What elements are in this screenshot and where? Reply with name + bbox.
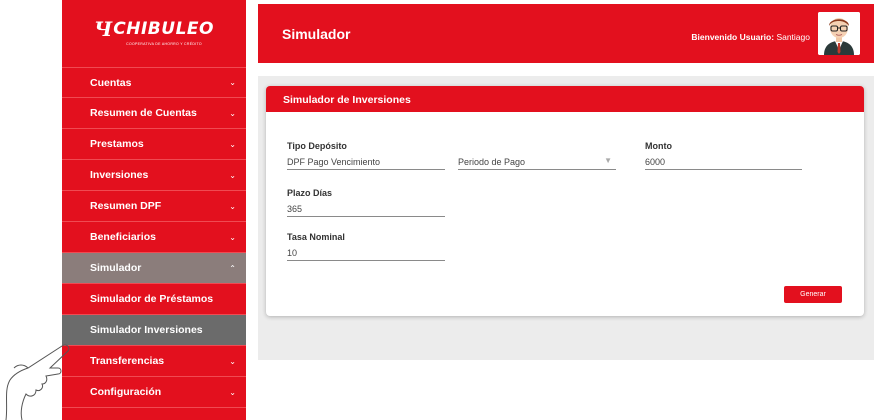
- chevron-down-icon: ⌄: [229, 139, 236, 149]
- chevron-up-icon: ⌃: [229, 263, 236, 273]
- sidebar-item-label: Transferencias: [90, 355, 165, 367]
- chevron-down-icon: ⌄: [229, 170, 236, 180]
- sidebar-menu: Cuentas ⌄ Resumen de Cuentas ⌄ Prestamos…: [62, 67, 246, 408]
- periodo-pago-value: Periodo de Pago: [458, 157, 526, 167]
- user-name: Santiago: [776, 32, 810, 42]
- user-avatar-icon: [818, 12, 860, 55]
- card-title: Simulador de Inversiones: [266, 86, 864, 112]
- main-content: Simulador de Inversiones Tipo Depósito D…: [258, 76, 874, 360]
- page-title: Simulador: [282, 26, 351, 42]
- sidebar-item-label: Simulador: [90, 262, 142, 274]
- sidebar-item-label: Beneficiarios: [90, 231, 156, 243]
- brand-name: CHIBULEO: [113, 18, 214, 39]
- sidebar: Ч CHIBULEO COOPERATIVA DE AHORRO Y CRÉDI…: [62, 0, 246, 420]
- sidebar-item-label: Simulador Inversiones: [90, 324, 203, 336]
- brand-mark-icon: Ч: [94, 16, 112, 41]
- sidebar-item-label: Simulador de Préstamos: [90, 293, 214, 305]
- sidebar-item-transferencias[interactable]: Transferencias ⌄: [62, 346, 246, 377]
- sidebar-item-label: Prestamos: [90, 138, 144, 150]
- brand-tagline: COOPERATIVA DE AHORRO Y CRÉDITO: [126, 41, 202, 46]
- chevron-down-icon: ⌄: [229, 232, 236, 242]
- top-bar: Simulador Bienvenido Usuario: Santiago: [258, 4, 874, 63]
- hand-pointer-icon: [5, 344, 70, 420]
- sidebar-item-label: Inversiones: [90, 169, 149, 181]
- simulador-inversiones-card: Simulador de Inversiones Tipo Depósito D…: [266, 86, 864, 316]
- sidebar-item-label: Resumen de Cuentas: [90, 107, 197, 119]
- tipo-deposito-field[interactable]: DPF Pago Vencimiento: [287, 153, 445, 170]
- sidebar-item-prestamos[interactable]: Prestamos ⌄: [62, 129, 246, 160]
- tasa-nominal-label: Tasa Nominal: [287, 232, 345, 242]
- welcome-text: Bienvenido Usuario: Santiago: [691, 32, 810, 42]
- brand-logo[interactable]: Ч CHIBULEO COOPERATIVA DE AHORRO Y CRÉDI…: [62, 0, 246, 62]
- welcome-label: Bienvenido Usuario:: [691, 32, 775, 42]
- chevron-down-icon: ▼: [604, 156, 612, 165]
- sidebar-item-simulador[interactable]: Simulador ⌃: [62, 253, 246, 284]
- tasa-nominal-field[interactable]: 10: [287, 244, 445, 261]
- sidebar-item-label: Configuración: [90, 386, 162, 398]
- monto-field[interactable]: 6000: [645, 153, 802, 170]
- avatar[interactable]: [818, 12, 860, 55]
- sidebar-item-resumen-cuentas[interactable]: Resumen de Cuentas ⌄: [62, 98, 246, 129]
- periodo-pago-select[interactable]: Periodo de Pago ▼: [458, 153, 616, 170]
- sidebar-item-label: Cuentas: [90, 76, 132, 89]
- sidebar-item-beneficiarios[interactable]: Beneficiarios ⌄: [62, 222, 246, 253]
- sidebar-subitem-simulador-prestamos[interactable]: Simulador de Préstamos: [62, 284, 246, 315]
- chevron-down-icon: ⌄: [229, 356, 236, 366]
- tipo-deposito-label: Tipo Depósito: [287, 141, 347, 151]
- sidebar-item-configuracion[interactable]: Configuración ⌄: [62, 377, 246, 408]
- plazo-dias-label: Plazo Días: [287, 188, 333, 198]
- sidebar-subitem-simulador-inversiones[interactable]: Simulador Inversiones: [62, 315, 246, 346]
- plazo-dias-field[interactable]: 365: [287, 200, 445, 217]
- chevron-down-icon: ⌄: [229, 387, 236, 397]
- sidebar-item-cuentas[interactable]: Cuentas ⌄: [62, 67, 246, 98]
- sidebar-item-inversiones[interactable]: Inversiones ⌄: [62, 160, 246, 191]
- chevron-down-icon: ⌄: [229, 201, 236, 211]
- chevron-down-icon: ⌄: [229, 78, 236, 87]
- sidebar-item-resumen-dpf[interactable]: Resumen DPF ⌄: [62, 191, 246, 222]
- chevron-down-icon: ⌄: [229, 108, 236, 118]
- sidebar-item-label: Resumen DPF: [90, 200, 162, 212]
- generar-button[interactable]: Generar: [784, 286, 842, 303]
- monto-label: Monto: [645, 141, 672, 151]
